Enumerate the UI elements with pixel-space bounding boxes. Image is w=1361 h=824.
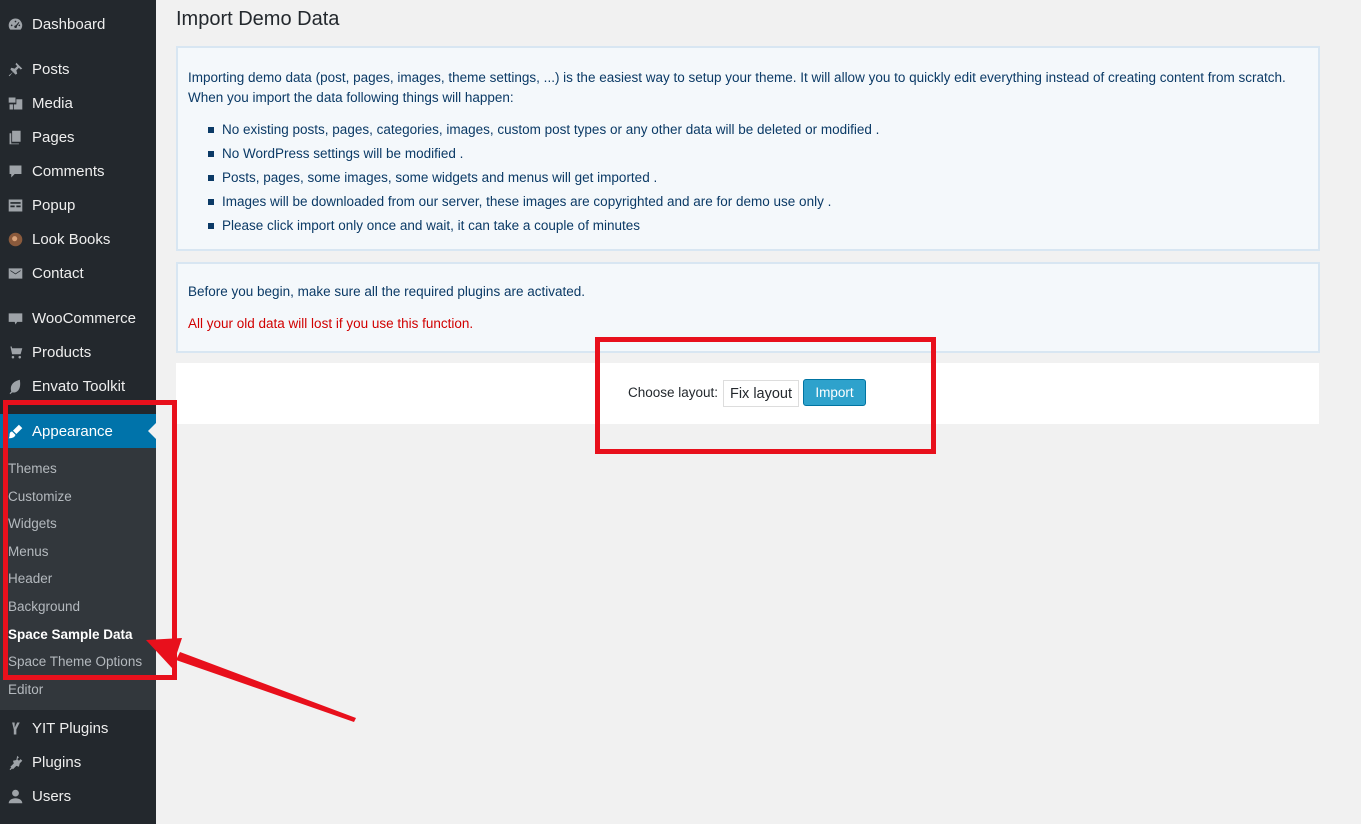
sidebar-item-label: Posts xyxy=(32,60,70,78)
info-box: Importing demo data (post, pages, images… xyxy=(176,46,1320,251)
leaf-icon xyxy=(5,376,25,396)
user-icon xyxy=(5,786,25,806)
lookbooks-icon xyxy=(5,229,25,249)
pages-icon xyxy=(5,127,25,147)
yit-icon xyxy=(5,718,25,738)
sidebar-item-label: YIT Plugins xyxy=(32,719,109,737)
media-icon xyxy=(5,93,25,113)
plug-icon xyxy=(5,752,25,772)
sidebar-item-woocommerce[interactable]: WooCommerce xyxy=(0,301,156,335)
sidebar-item-comments[interactable]: Comments xyxy=(0,154,156,188)
sidebar-item-pages[interactable]: Pages xyxy=(0,120,156,154)
dashboard-icon xyxy=(5,14,25,34)
data-loss-warning: All your old data will lost if you use t… xyxy=(188,316,474,331)
comments-icon xyxy=(5,161,25,181)
sidebar-item-label: Pages xyxy=(32,128,75,146)
annotation-box-menu xyxy=(3,400,177,680)
page-title: Import Demo Data xyxy=(176,8,340,30)
sidebar-item-plugins[interactable]: Plugins xyxy=(0,745,156,779)
woocommerce-icon xyxy=(5,308,25,328)
sidebar-item-label: Products xyxy=(32,343,92,361)
list-item: No existing posts, pages, categories, im… xyxy=(188,118,879,142)
sidebar-item-yit-plugins[interactable]: YIT Plugins xyxy=(0,711,156,745)
sidebar-item-label: Envato Toolkit xyxy=(32,377,126,395)
pin-icon xyxy=(5,59,25,79)
list-item: Please click import only once and wait, … xyxy=(188,214,879,238)
list-item-text: Please click import only once and wait, … xyxy=(222,218,640,233)
sidebar-item-users[interactable]: Users xyxy=(0,779,156,813)
annotation-box-layout xyxy=(595,337,936,454)
bullet-icon xyxy=(208,199,214,205)
sidebar-item-label: Popup xyxy=(32,196,76,214)
sidebar-item-media[interactable]: Media xyxy=(0,86,156,120)
sidebar-item-products[interactable]: Products xyxy=(0,335,156,369)
sidebar-item-envato-toolkit[interactable]: Envato Toolkit xyxy=(0,369,156,403)
sidebar-item-label: Look Books xyxy=(32,230,111,248)
bullet-icon xyxy=(208,223,214,229)
list-item-text: Posts, pages, some images, some widgets … xyxy=(222,170,658,185)
sidebar-item-label: Dashboard xyxy=(32,15,106,33)
bullet-icon xyxy=(208,127,214,133)
sidebar-item-posts[interactable]: Posts xyxy=(0,52,156,86)
bullet-icon xyxy=(208,151,214,157)
sidebar-item-dashboard[interactable]: Dashboard xyxy=(0,7,156,41)
sidebar-item-label: Plugins xyxy=(32,753,82,771)
list-item-text: Images will be downloaded from our serve… xyxy=(222,194,832,209)
sidebar-item-look-books[interactable]: Look Books xyxy=(0,222,156,256)
mail-icon xyxy=(5,263,25,283)
sidebar-item-label: Contact xyxy=(32,264,84,282)
sidebar-item-label: Comments xyxy=(32,162,105,180)
bullet-icon xyxy=(208,175,214,181)
list-item-text: No WordPress settings will be modified . xyxy=(222,146,464,161)
list-item: Posts, pages, some images, some widgets … xyxy=(188,166,879,190)
sidebar-item-contact[interactable]: Contact xyxy=(0,256,156,290)
sidebar-item-label: Users xyxy=(32,787,72,805)
submenu-item-editor[interactable]: Editor xyxy=(8,682,43,697)
plugins-notice: Before you begin, make sure all the requ… xyxy=(188,284,585,299)
sidebar-item-popup[interactable]: Popup xyxy=(0,188,156,222)
sidebar-item-label: WooCommerce xyxy=(32,309,136,327)
list-item: No WordPress settings will be modified . xyxy=(188,142,879,166)
sidebar-item-label: Media xyxy=(32,94,73,112)
list-item-text: No existing posts, pages, categories, im… xyxy=(222,122,880,137)
import-effects-list: No existing posts, pages, categories, im… xyxy=(188,118,879,238)
list-item: Images will be downloaded from our serve… xyxy=(188,190,879,214)
popup-icon xyxy=(5,195,25,215)
cart-icon xyxy=(5,342,25,362)
intro-text: Importing demo data (post, pages, images… xyxy=(188,70,1286,105)
